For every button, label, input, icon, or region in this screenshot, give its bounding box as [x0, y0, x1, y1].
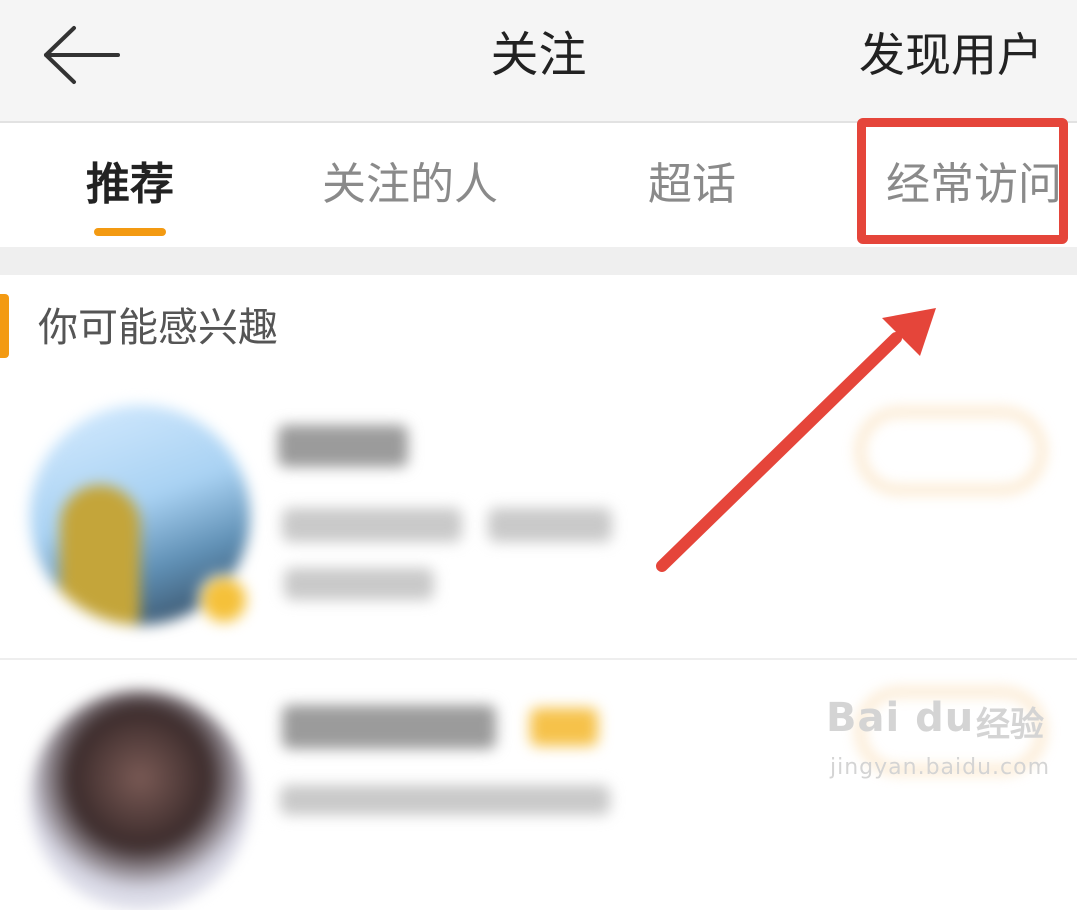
section-accent-bar [0, 294, 9, 358]
user-name-placeholder [282, 705, 496, 749]
user-info-placeholder [282, 508, 462, 542]
user-desc-placeholder [284, 568, 434, 600]
follow-button[interactable] [858, 410, 1044, 492]
follow-button[interactable] [858, 690, 1044, 772]
discover-users-button[interactable]: 发现用户 [859, 0, 1043, 110]
user-name-placeholder [278, 425, 408, 467]
tab-following[interactable]: 关注的人 [322, 123, 498, 247]
verified-badge-icon [198, 574, 250, 626]
arrow-left-icon [44, 26, 120, 84]
user-info-placeholder [280, 785, 610, 815]
avatar[interactable] [30, 690, 250, 910]
member-badge-icon [530, 708, 598, 746]
highlight-box [857, 118, 1068, 244]
section-title: 你可能感兴趣 [38, 305, 278, 351]
row-divider [0, 658, 1077, 660]
top-nav-bar: 关注 发现用户 [0, 0, 1077, 123]
back-button[interactable] [40, 22, 124, 88]
user-info-placeholder [488, 508, 612, 542]
avatar-figure [60, 485, 140, 625]
active-tab-indicator [94, 228, 166, 236]
tab-super-topics[interactable]: 超话 [648, 123, 736, 247]
section-separator [0, 247, 1077, 275]
